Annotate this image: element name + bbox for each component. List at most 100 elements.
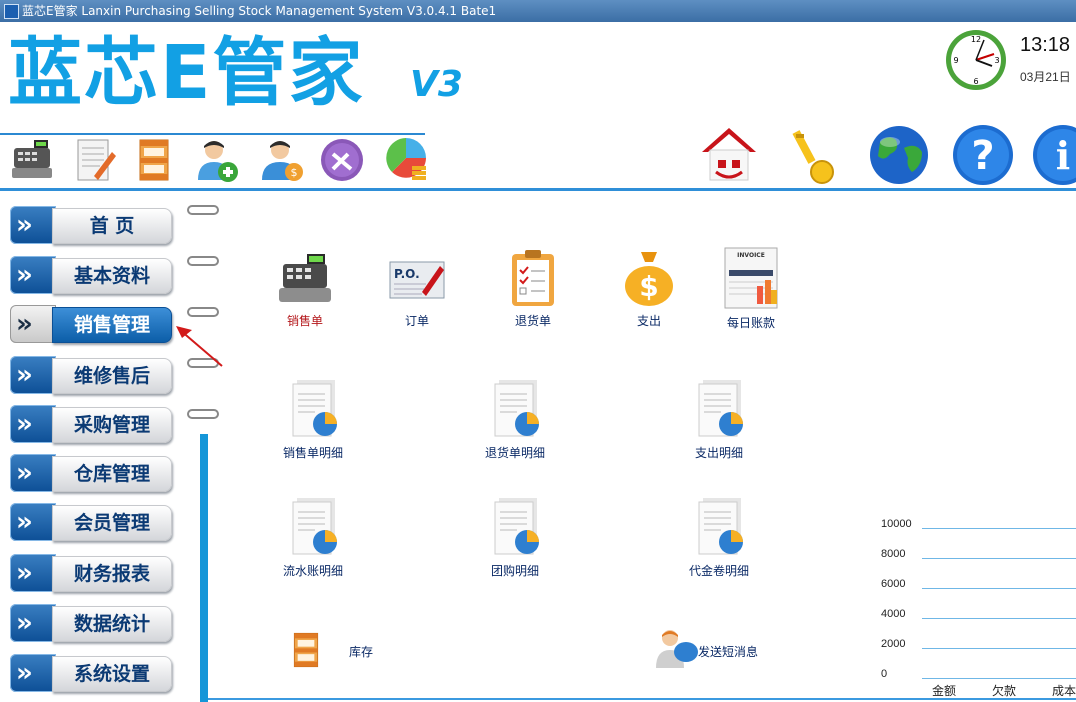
grid-line: [922, 588, 1076, 589]
cash-register-icon: [279, 254, 331, 302]
sidebar-accent-bar: [200, 434, 208, 702]
send-sms-label: 发送短消息: [698, 645, 759, 659]
app-logo: 蓝芯E管家: [8, 30, 365, 116]
report-icon: [494, 498, 539, 555]
expense-button[interactable]: $ 支出: [616, 248, 682, 329]
home-icon[interactable]: [696, 122, 762, 188]
order-button[interactable]: P.O. 订单: [384, 252, 450, 329]
svg-text:P.O.: P.O.: [394, 267, 420, 281]
chevron-right-icon: »: [10, 305, 56, 343]
return-detail-label: 退货单明细: [484, 446, 545, 460]
user-money-icon[interactable]: $: [258, 136, 306, 184]
sidebar-item-basic-data[interactable]: » 基本资料: [8, 254, 172, 296]
svg-text:i: i: [1056, 133, 1070, 178]
sidebar-item-repair[interactable]: » 维修售后: [8, 354, 172, 396]
x-axis-label: 成本: [1052, 684, 1076, 698]
footer-divider: [208, 698, 1076, 700]
sidebar-item-members[interactable]: » 会员管理: [8, 501, 172, 543]
report-icon: [292, 498, 337, 555]
svg-text:INVOICE: INVOICE: [737, 252, 765, 259]
svg-text:12: 12: [971, 35, 981, 44]
daily-accounts-button[interactable]: INVOICE 每日账款: [718, 246, 784, 331]
x-axis-label: 金额: [932, 684, 957, 698]
sidebar-item-finance[interactable]: » 财务报表: [8, 552, 172, 594]
svg-text:$: $: [639, 270, 658, 303]
voucher-detail-button[interactable]: 代金卷明细: [682, 496, 756, 579]
key-icon[interactable]: [786, 122, 852, 188]
x-axis-label: 欠款: [992, 684, 1017, 698]
cash-register-icon[interactable]: [8, 136, 56, 184]
chevron-right-icon: »: [10, 405, 56, 443]
sidebar-item-sales[interactable]: » 销售管理: [8, 303, 172, 345]
purchase-order-icon: P.O.: [389, 261, 445, 299]
info-icon[interactable]: i: [1030, 122, 1076, 188]
clipboard-checklist-icon: [512, 250, 554, 306]
chevron-right-icon: »: [10, 654, 56, 692]
y-tick-label: 2000: [881, 638, 906, 650]
expense-detail-button[interactable]: 支出明细: [682, 378, 756, 461]
edit-document-icon[interactable]: [72, 136, 120, 184]
chevron-right-icon: »: [10, 256, 56, 294]
app-logo-version: V3: [410, 64, 463, 105]
y-tick-label: 0: [881, 668, 888, 680]
svg-text:$: $: [291, 166, 298, 179]
binder-ring-icon: [187, 307, 219, 317]
pointer-arrow-icon: [176, 326, 223, 367]
svg-text:?: ?: [971, 133, 994, 179]
tools-icon[interactable]: [318, 136, 366, 184]
grid-line: [922, 558, 1076, 559]
y-tick-label: 10000: [881, 518, 912, 530]
clock-time: 13:18: [1020, 34, 1071, 56]
sidebar-item-settings[interactable]: » 系统设置: [8, 652, 172, 694]
daily-accounts-label: 每日账款: [726, 316, 775, 330]
report-icon: [698, 380, 743, 437]
y-tick-label: 4000: [881, 608, 906, 620]
sales-order-label: 销售单: [286, 314, 323, 328]
sales-detail-label: 销售单明细: [282, 446, 343, 460]
toolbar-divider: [0, 133, 425, 135]
return-order-button[interactable]: 退货单: [500, 248, 566, 329]
report-icon: [494, 380, 539, 437]
sidebar-item-purchase[interactable]: » 采购管理: [8, 403, 172, 445]
sidebar-item-label: 会员管理: [52, 505, 172, 541]
y-tick-label: 8000: [881, 548, 906, 560]
sidebar-item-label: 系统设置: [52, 656, 172, 692]
sales-detail-button[interactable]: 销售单明细: [276, 378, 350, 461]
sidebar-item-home[interactable]: » 首 页: [8, 204, 172, 246]
chevron-right-icon: »: [10, 206, 56, 244]
inventory-button[interactable]: 库存: [286, 626, 396, 674]
add-user-icon[interactable]: [194, 136, 242, 184]
app-icon: [4, 4, 19, 19]
sidebar-item-label: 采购管理: [52, 407, 172, 443]
pie-coins-icon[interactable]: [384, 136, 432, 184]
return-detail-button[interactable]: 退货单明细: [478, 378, 552, 461]
sidebar-item-label: 首 页: [52, 208, 172, 244]
binder-ring-icon: [187, 205, 219, 215]
sidebar-item-statistics[interactable]: » 数据统计: [8, 602, 172, 644]
chevron-right-icon: »: [10, 554, 56, 592]
binder-ring-icon: [187, 256, 219, 266]
binder-ring-icon: [187, 409, 219, 419]
expense-detail-label: 支出明细: [694, 446, 743, 460]
chevron-right-icon: »: [10, 604, 56, 642]
chevron-right-icon: »: [10, 503, 56, 541]
sales-order-button[interactable]: 销售单: [272, 252, 338, 329]
x-axis-line: [922, 678, 1076, 679]
sidebar-item-warehouse[interactable]: » 仓库管理: [8, 452, 172, 494]
window-title: 蓝芯E管家 Lanxin Purchasing Selling Stock Ma…: [22, 4, 497, 18]
help-icon[interactable]: ?: [950, 122, 1016, 188]
svg-text:6: 6: [973, 77, 978, 86]
window-title-bar[interactable]: 蓝芯E管家 Lanxin Purchasing Selling Stock Ma…: [0, 0, 1076, 22]
return-order-label: 退货单: [514, 314, 551, 328]
group-buy-detail-button[interactable]: 团购明细: [478, 496, 552, 579]
globe-icon[interactable]: [866, 122, 932, 188]
svg-text:3: 3: [994, 56, 999, 65]
storage-box-icon: [293, 632, 319, 668]
sidebar-item-label: 销售管理: [52, 307, 172, 343]
sidebar-item-label: 仓库管理: [52, 456, 172, 492]
sidebar-item-label: 财务报表: [52, 556, 172, 592]
storage-box-icon[interactable]: [130, 136, 178, 184]
send-sms-button[interactable]: 发送短消息: [654, 626, 774, 674]
svg-text:9: 9: [953, 56, 958, 65]
journal-detail-button[interactable]: 流水账明细: [276, 496, 350, 579]
